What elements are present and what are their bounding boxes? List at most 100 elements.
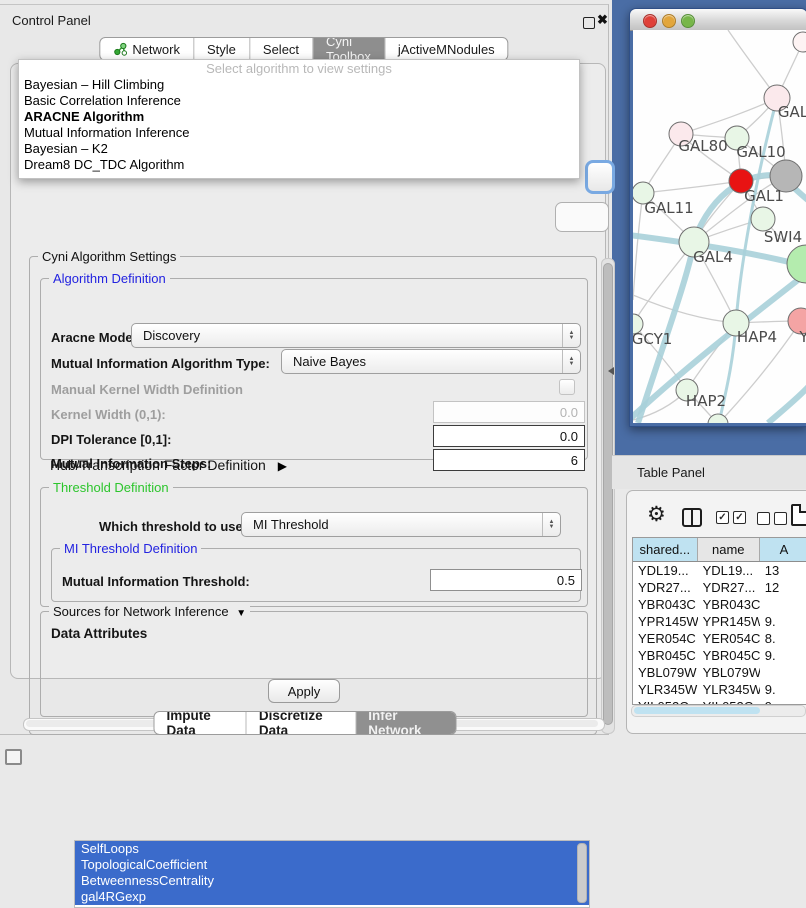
tab-label: Select [263, 42, 299, 57]
file-icon[interactable] [791, 504, 806, 526]
close-icon[interactable]: ✖ [597, 12, 608, 28]
table-cell: YDR27... [698, 579, 760, 596]
restore-panel-icon[interactable] [5, 749, 22, 765]
data-attribute-item[interactable]: BetweennessCentrality [75, 873, 589, 889]
mi-threshold-field[interactable]: 0.5 [430, 569, 582, 591]
table-cell: 12 [760, 579, 806, 596]
split-columns-icon[interactable] [682, 508, 702, 527]
table-horizontal-scrollbar[interactable] [631, 705, 806, 717]
table-row[interactable]: YBL079WYBL079W [633, 664, 806, 681]
table-cell: YBR045C [633, 647, 698, 664]
table-cell: 13 [760, 562, 806, 579]
column-header-shared[interactable]: shared... [633, 538, 698, 561]
network-canvas[interactable]: GALGAL80GAL10GAL1GAL11SWI4GAL4GCY1HAP4YH… [633, 30, 806, 423]
node-label-gal4: GAL4 [693, 248, 733, 266]
tab-cyni-toolbox[interactable]: Cyni Toolbox [313, 38, 385, 60]
list-scrollbar[interactable] [577, 843, 587, 903]
dropdown-item[interactable]: Bayesian – K2 [19, 141, 579, 157]
table-header-row: shared...nameA [633, 538, 806, 562]
tab-jactivemnodules[interactable]: jActiveMNodules [385, 38, 508, 60]
tab-label: jActiveMNodules [398, 42, 495, 57]
table-panel-title: Table Panel [637, 465, 705, 480]
unchecked-column-icon[interactable] [774, 512, 787, 525]
data-attributes-list[interactable]: SelfLoopsTopologicalCoefficientBetweenne… [74, 840, 590, 908]
table-row[interactable]: YLR345WYLR345W9. [633, 681, 806, 698]
dropdown-item[interactable]: Bayesian – Hill Climbing [19, 77, 579, 93]
mi-algorithm-type-label: Mutual Information Algorithm Type: [51, 356, 270, 371]
control-panel-tabbar: Network Style Select Cyni Toolbox jActiveMNo… [99, 37, 508, 61]
table-row[interactable]: YPR145WYPR145W9. [633, 613, 806, 630]
expander-expanded-icon: ▼ [236, 608, 246, 619]
node-label-gal1: GAL1 [744, 187, 784, 205]
column-header-A[interactable]: A [760, 538, 806, 561]
hub-factor-expander[interactable]: Hub/Transcription Factor Definition ▶ [50, 457, 287, 473]
table-cell: YIL052C [698, 698, 760, 705]
gear-icon[interactable]: ⚙ [647, 504, 666, 525]
tab-label: Style [207, 42, 236, 57]
network-node[interactable] [793, 32, 806, 52]
node-label-gcy1: GCY1 [633, 330, 672, 348]
algorithm-dropdown-placeholder: Select algorithm to view settings [19, 60, 579, 77]
table-cell: YER054C [698, 630, 760, 647]
tab-impute-data[interactable]: Impute Data [155, 712, 247, 734]
table-cell: YIL052C [633, 698, 698, 705]
table-cell: YBR045C [698, 647, 760, 664]
close-window-icon[interactable] [643, 14, 657, 28]
network-node[interactable] [708, 414, 728, 423]
tab-network[interactable]: Network [100, 38, 194, 60]
splitter-collapse-icon[interactable] [608, 367, 614, 375]
table-row[interactable]: YER054CYER054C8. [633, 630, 806, 647]
table-cell: 9. [760, 613, 806, 630]
manual-kernel-checkbox[interactable] [559, 379, 575, 395]
tab-style[interactable]: Style [194, 38, 250, 60]
apply-button[interactable]: Apply [268, 679, 340, 703]
table-row[interactable]: YBR045CYBR045C9. [633, 647, 806, 664]
data-attribute-item[interactable]: SelfLoops [75, 841, 589, 857]
dropdown-item[interactable]: ARACNE Algorithm [19, 109, 579, 125]
checked-column-icon[interactable]: ✓ [716, 511, 729, 524]
mi-algorithm-type-select[interactable]: Naive Bayes ▲▼ [281, 349, 581, 374]
network-window-titlebar[interactable] [630, 9, 806, 31]
network-edge[interactable] [633, 193, 643, 300]
table-cell: YLR345W [698, 681, 760, 698]
dropdown-item[interactable]: Basic Correlation Inference [19, 93, 579, 109]
scrollbar-thumb[interactable] [634, 707, 760, 714]
float-window-icon[interactable] [583, 17, 595, 29]
table-row[interactable]: YDR27...YDR27...12 [633, 579, 806, 596]
node-label-y: Y [798, 328, 806, 346]
checked-column-icon[interactable]: ✓ [733, 511, 746, 524]
unchecked-column-icon[interactable] [757, 512, 770, 525]
aracne-mode-select[interactable]: Discovery ▲▼ [131, 323, 581, 348]
table-cell: YBL079W [633, 664, 698, 681]
table-row[interactable]: YDL19...YDL19...13 [633, 562, 806, 579]
minimize-window-icon[interactable] [662, 14, 676, 28]
combo-arrows-icon: ▲▼ [542, 513, 560, 536]
dpi-tolerance-field[interactable]: 0.0 [433, 425, 585, 447]
scrollbar-thumb[interactable] [603, 263, 613, 725]
combo-arrows-icon: ▲▼ [562, 324, 580, 347]
network-node-swi4[interactable] [787, 245, 806, 283]
table-cell: YDL19... [698, 562, 760, 579]
settings-vertical-scrollbar[interactable] [601, 258, 615, 734]
mi-steps-field[interactable]: 6 [433, 449, 585, 471]
table-row[interactable]: YBR043CYBR043C [633, 596, 806, 613]
algorithm-dropdown-list: Bayesian – Hill ClimbingBasic Correlatio… [19, 77, 579, 173]
tab-discretize-data[interactable]: Discretize Data [247, 712, 356, 734]
table-cell: 9. [760, 681, 806, 698]
data-attribute-item[interactable]: gal4RGexp [75, 889, 589, 905]
dropdown-item[interactable]: Dream8 DC_TDC Algorithm [19, 157, 579, 173]
column-header-name[interactable]: name [698, 538, 760, 561]
which-threshold-select[interactable]: MI Threshold ▲▼ [241, 512, 561, 537]
node-label-hap4: HAP4 [737, 328, 777, 346]
table-row[interactable]: YIL052CYIL052C9. [633, 698, 806, 705]
network-edge[interactable] [768, 386, 806, 423]
control-panel: Control Panel ✖ NetworkStyleSelectCyni T… [0, 4, 609, 735]
tab-select[interactable]: Select [250, 38, 313, 60]
network-edge[interactable] [633, 295, 736, 323]
kernel-width-field[interactable]: 0.0 [433, 401, 585, 423]
tab-infer-network[interactable]: Infer Network [356, 712, 455, 734]
node-label-gal11: GAL11 [644, 199, 693, 217]
zoom-window-icon[interactable] [681, 14, 695, 28]
dropdown-item[interactable]: Mutual Information Inference [19, 125, 579, 141]
data-attribute-item[interactable]: TopologicalCoefficient [75, 857, 589, 873]
